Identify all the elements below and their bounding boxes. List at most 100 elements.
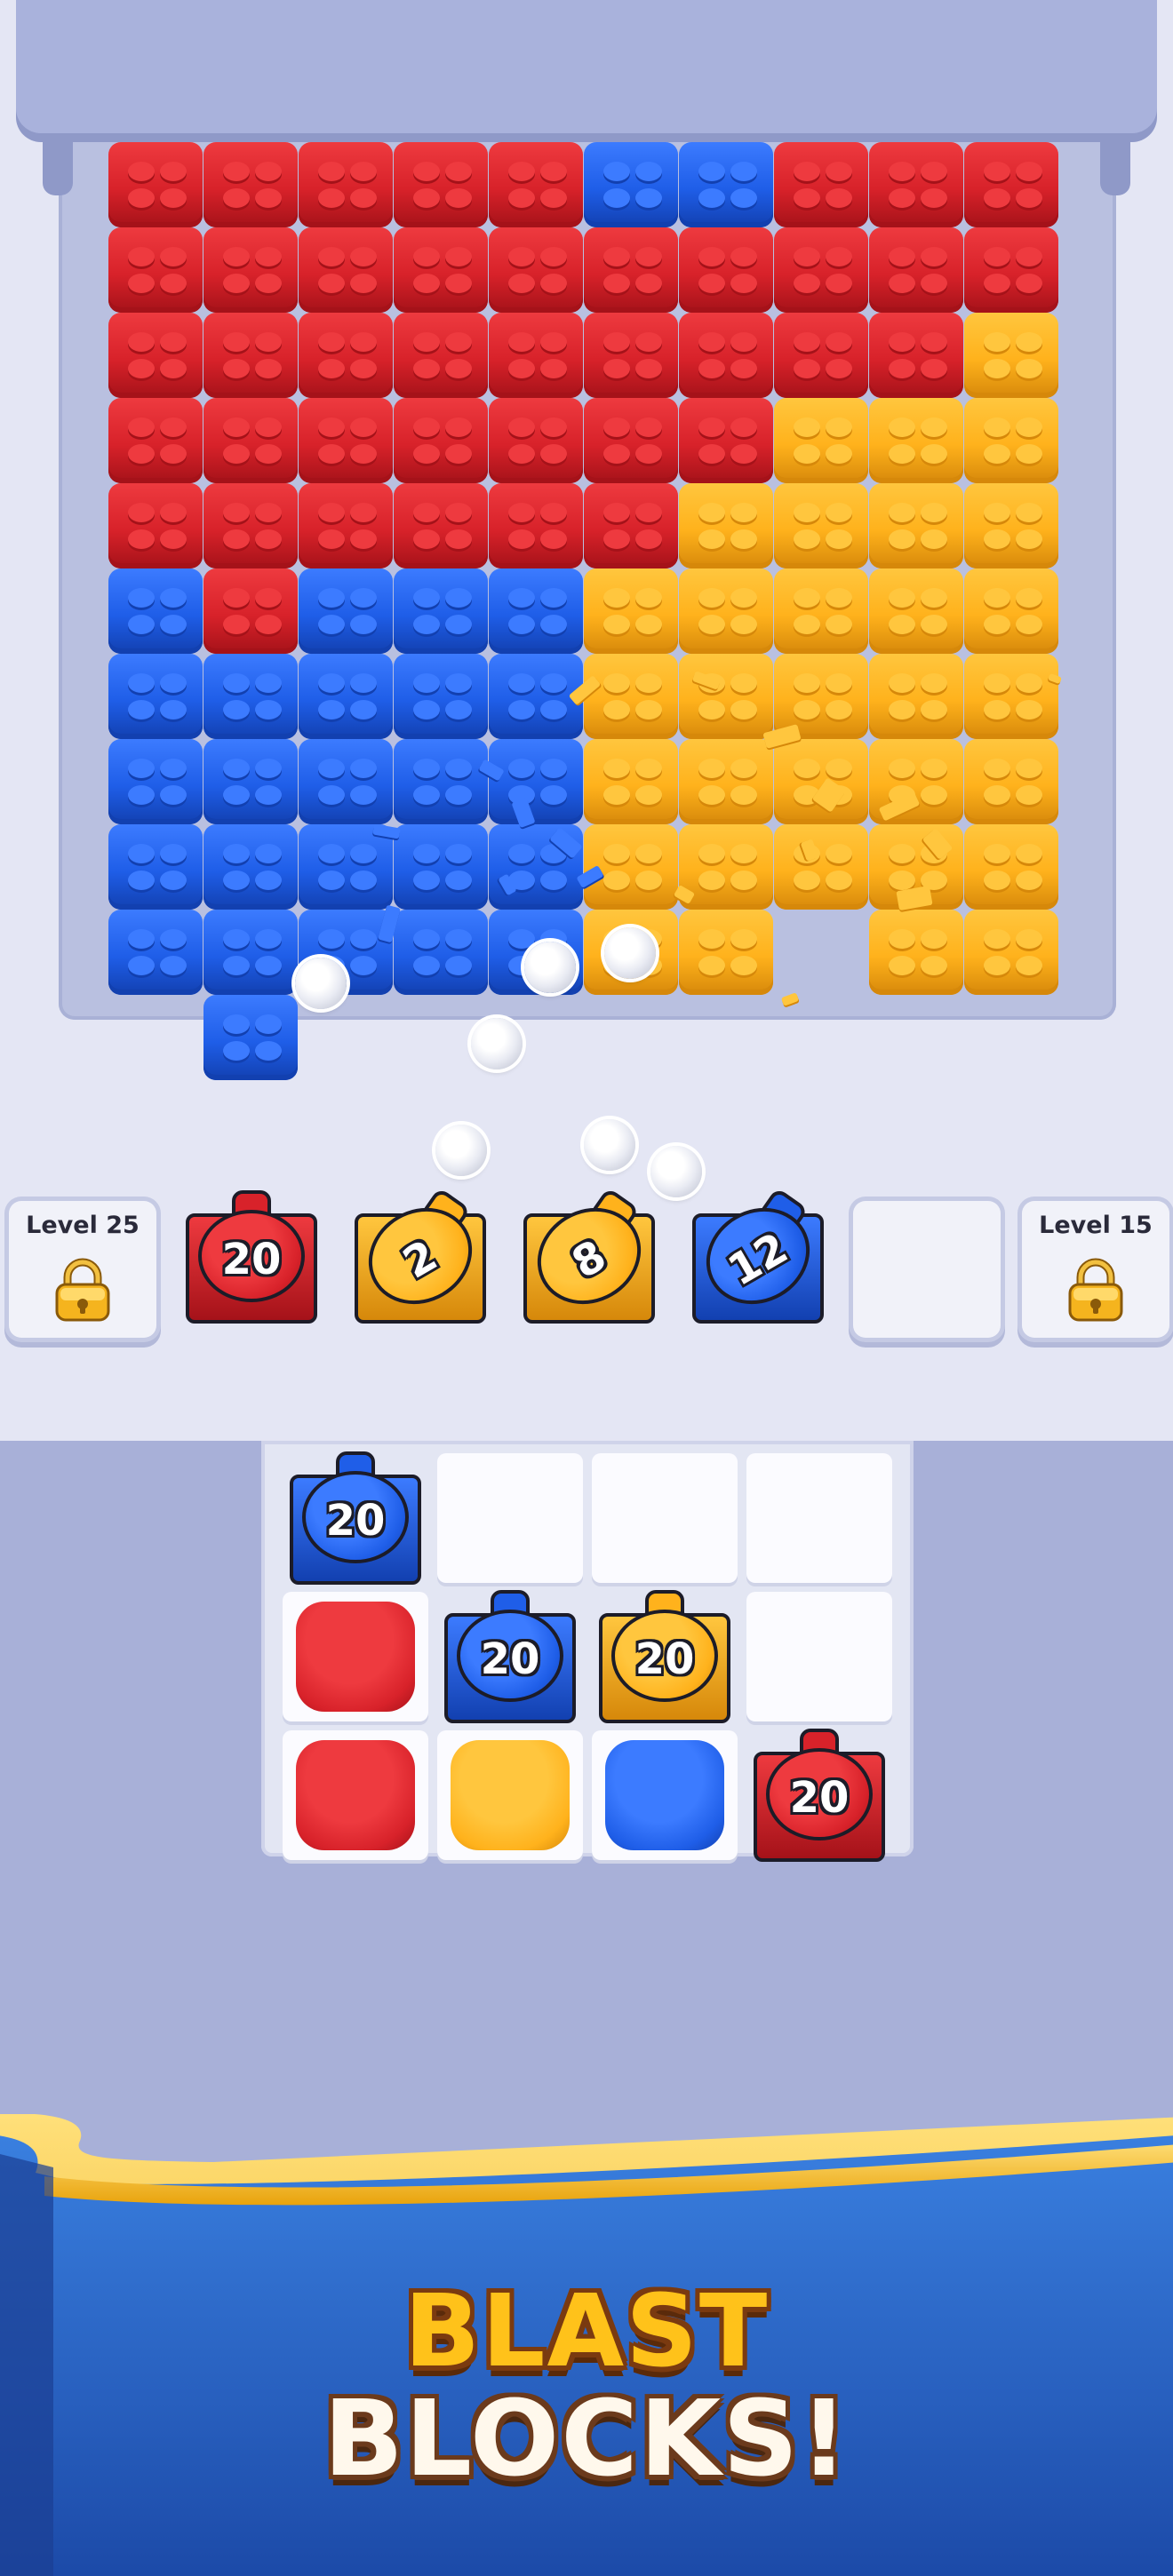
wall-block [394,739,488,824]
shooter-slot-yellow[interactable]: 2 [351,1187,490,1329]
wall-block [679,568,773,654]
wall-block [299,313,393,398]
ball-projectile [584,1119,635,1171]
shooter-ammo-count: 20 [221,1235,282,1284]
wall-block [489,227,583,313]
locked-slot[interactable]: Level 25 [9,1201,156,1338]
wall-block [679,654,773,739]
wall-block [108,313,203,398]
wall-block [584,483,678,568]
shooter-ammo-count: 20 [789,1773,850,1823]
wall-block [299,483,393,568]
wall-block [489,398,583,483]
hidden-shooter-yellow [451,1740,570,1850]
wall-block [774,824,868,910]
wall-block [203,398,298,483]
wall-block [964,483,1058,568]
shooter-ammo-count: 20 [634,1634,695,1684]
shooter-slot-yellow[interactable]: 8 [520,1187,658,1329]
banner-title-line-2: BLOCKS! [323,2377,850,2500]
wall-block [108,910,203,995]
wall-block [584,654,678,739]
ball-projectile [471,1018,523,1069]
wall-block [679,313,773,398]
wall-block [869,398,963,483]
wall-block [394,654,488,739]
wall-block [394,910,488,995]
wall-block [489,739,583,824]
wall-block [203,227,298,313]
wall-block [584,142,678,227]
grid-empty-cell [437,1453,583,1583]
grid-cell [283,1730,428,1860]
wall-block [679,910,773,995]
banner-title-line-1: BLAST [403,2274,770,2389]
wall-block [299,568,393,654]
grid-shooter-blue[interactable]: 20 [286,1448,425,1590]
wall-block [108,568,203,654]
wall-block [869,313,963,398]
wall-block [394,824,488,910]
wall-block [203,824,298,910]
wall-block [299,739,393,824]
padlock-icon [1068,1258,1123,1322]
hopper-right-lip [1100,133,1130,195]
wall-block [679,739,773,824]
grid-empty-cell [592,1453,738,1583]
ball-projectile [435,1125,487,1176]
wall-block [203,910,298,995]
wall-block [869,910,963,995]
grid-cell [283,1592,428,1721]
shooter-ammo-count: 20 [325,1496,386,1546]
wall-block [394,227,488,313]
wall-block [584,227,678,313]
hidden-shooter-red [296,1602,415,1712]
wall-block [584,313,678,398]
wall-block [869,227,963,313]
wall-block [964,654,1058,739]
ball-projectile [524,942,576,993]
grid-cell [592,1730,738,1860]
wall-block [869,142,963,227]
wall-block [489,568,583,654]
wall-block [774,398,868,483]
grid-shooter-yellow[interactable]: 20 [595,1586,734,1729]
wall-block [108,142,203,227]
wall-block [394,398,488,483]
wall-block [679,398,773,483]
shooter-slot-blue[interactable]: 12 [689,1187,827,1329]
grid-shooter-red[interactable]: 20 [750,1725,889,1867]
wall-block [869,483,963,568]
wall-block [774,227,868,313]
ball-projectile [295,958,347,1009]
grid-shooter-blue[interactable]: 20 [441,1586,579,1729]
wall-block [964,568,1058,654]
wall-block [108,483,203,568]
wall-block [299,654,393,739]
wall-block [203,313,298,398]
wall-block [299,824,393,910]
hidden-shooter-red [296,1740,415,1850]
ball-projectile [604,927,656,979]
wall-block [964,142,1058,227]
wall-block [964,739,1058,824]
wall-block [964,910,1058,995]
wall-block [203,654,298,739]
locked-slot[interactable]: Level 15 [1022,1201,1169,1338]
wall-block [584,568,678,654]
wall-block [774,483,868,568]
hidden-shooter-blue [605,1740,724,1850]
wall-block [774,142,868,227]
wall-block [869,654,963,739]
shooter-slot-red[interactable]: 20 [182,1187,321,1329]
wall-block [108,824,203,910]
wall-block [203,142,298,227]
wall-block [489,483,583,568]
wall-block [108,398,203,483]
wall-block [108,654,203,739]
wall-block [964,227,1058,313]
wall-block [394,313,488,398]
wall-block [679,483,773,568]
wall-block [203,995,298,1080]
wall-block [774,568,868,654]
